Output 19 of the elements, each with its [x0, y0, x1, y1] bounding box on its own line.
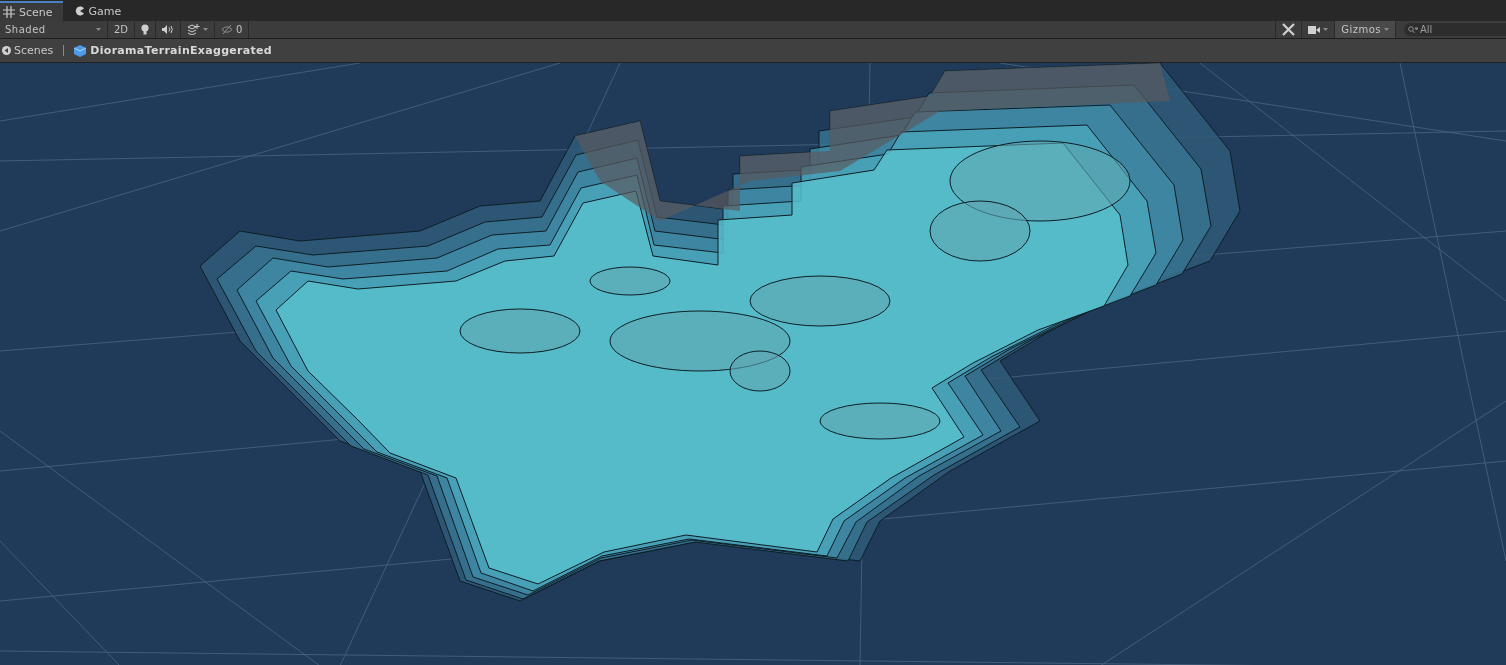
lightbulb-icon [141, 24, 150, 35]
caret-icon [96, 28, 101, 31]
tools-icon [1282, 23, 1296, 36]
hidden-eye-icon [221, 25, 234, 34]
gizmos-dropdown[interactable]: Gizmos [1335, 21, 1396, 38]
camera-icon [1308, 25, 1321, 34]
caret-icon [1384, 28, 1389, 31]
speaker-icon [162, 25, 175, 34]
tools-button[interactable] [1275, 21, 1303, 38]
scenes-back-link[interactable]: Scenes [2, 44, 54, 57]
cube-icon [74, 44, 87, 57]
caret-icon [203, 28, 209, 31]
layers-icon [187, 24, 201, 35]
search-field[interactable]: All [1404, 23, 1506, 36]
panel-tab[interactable]: Scene [0, 1, 63, 21]
grid-icon [3, 6, 15, 18]
pacman-icon [74, 6, 85, 16]
caret-icon [1323, 28, 1329, 31]
scene-name: DioramaTerrainExaggerated [90, 44, 273, 57]
